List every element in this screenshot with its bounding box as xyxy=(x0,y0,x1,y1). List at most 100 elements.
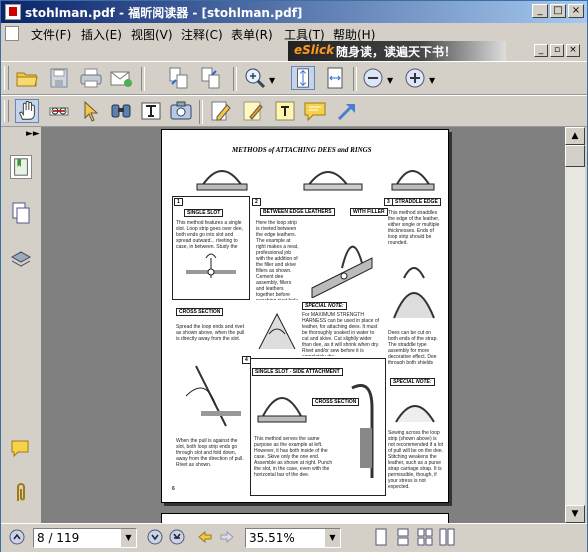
banner-brand: eSlick xyxy=(294,43,335,57)
typewriter-icon[interactable] xyxy=(139,99,163,123)
section-2-diagram xyxy=(311,245,373,298)
scroll-thumb[interactable] xyxy=(565,145,585,167)
main-toolbar: ▼ ▼ ▼ xyxy=(1,61,587,95)
snapshot-icon[interactable] xyxy=(169,99,193,123)
single-page-view-icon[interactable] xyxy=(373,528,389,546)
page-number-field[interactable]: 8 / 119 ▼ xyxy=(33,528,137,548)
section-3-label: STRADDLE EDGE xyxy=(392,198,441,206)
document-icon[interactable] xyxy=(5,26,19,41)
menu-comment[interactable]: 注释(C) xyxy=(181,26,223,43)
section-4-number: 4 xyxy=(242,356,251,364)
toolbar-grip[interactable] xyxy=(4,100,9,122)
next-page-icon[interactable] xyxy=(147,529,163,545)
toolbar-separator xyxy=(233,67,237,91)
select-arrow-icon[interactable] xyxy=(79,99,103,123)
email-icon[interactable] xyxy=(109,66,133,90)
section-4-diagram-2 xyxy=(351,384,374,478)
cross-section-label: CROSS SECTION xyxy=(176,308,224,316)
dee-illustration-3 xyxy=(391,170,435,191)
doc-close-button[interactable]: × xyxy=(566,44,580,57)
arrow-tool-icon[interactable] xyxy=(335,99,359,123)
special-note-text: For MAXIMUM STRENGTH HARNESS can be used… xyxy=(302,312,380,356)
page-layout2-icon[interactable] xyxy=(199,66,223,90)
document-viewer[interactable]: METHODS of ATTACHING DEES and RINGS 1 SI… xyxy=(41,127,565,527)
title-bar[interactable]: stohlman.pdf - 福昕阅读器 - [stohlman.pdf] _ … xyxy=(1,1,587,23)
save-icon[interactable] xyxy=(47,66,71,90)
page-dropdown-icon[interactable]: ▼ xyxy=(120,529,136,547)
bookmarks-panel-icon[interactable] xyxy=(10,155,32,179)
eslick-ad-banner[interactable]: eSlick 随身读，读遍天下书！ xyxy=(288,41,506,61)
print-icon[interactable] xyxy=(79,66,103,90)
section-3-text-2: Dees can be cut on both ends of the stra… xyxy=(388,330,438,364)
zoom-icon[interactable] xyxy=(243,66,267,90)
zoom-in-dropdown-icon[interactable]: ▼ xyxy=(429,76,435,85)
fit-page-icon[interactable] xyxy=(291,66,315,90)
doc-minimize-button[interactable]: _ xyxy=(534,44,548,57)
continuous-facing-view-icon[interactable] xyxy=(439,528,455,546)
app-window: stohlman.pdf - 福昕阅读器 - [stohlman.pdf] _ … xyxy=(0,0,588,552)
close-button[interactable]: × xyxy=(568,4,584,18)
section-2-text: Here the loop strip is riveted between t… xyxy=(256,220,299,300)
minimize-button[interactable]: _ xyxy=(532,4,548,18)
expand-sidebar-icon[interactable]: ►► xyxy=(26,129,40,139)
annotation-toolbar xyxy=(1,95,587,127)
zoom-level-field[interactable]: 35.51% ▼ xyxy=(245,528,341,548)
dee-illustration-1 xyxy=(196,170,248,191)
zoom-dropdown-arrow-icon[interactable]: ▼ xyxy=(269,76,275,85)
zoom-in-icon[interactable] xyxy=(403,66,427,90)
toolbar-separator xyxy=(353,67,357,91)
forward-arrow-icon[interactable] xyxy=(219,529,235,545)
doc-restore-button[interactable]: ▫ xyxy=(550,44,564,57)
special-note-2-text: Sewing across the loop strip (shown abov… xyxy=(388,430,444,490)
comment-icon[interactable] xyxy=(303,99,327,123)
section-1-number: 1 xyxy=(174,198,183,206)
hand-tool-icon[interactable] xyxy=(15,99,39,123)
page-layout-icon[interactable] xyxy=(167,66,191,90)
zoom-dropdown-icon[interactable]: ▼ xyxy=(324,529,340,547)
vertical-scrollbar[interactable]: ▲ ▼ xyxy=(565,127,585,523)
scroll-up-button[interactable]: ▲ xyxy=(565,127,585,145)
menu-insert[interactable]: 插入(E) xyxy=(81,26,122,43)
layers-panel-icon[interactable] xyxy=(10,247,32,271)
find-icon[interactable] xyxy=(109,99,133,123)
menu-bar: 文件(F) 插入(E) 视图(V) 注释(C) 表单(R) 工具(T) 帮助(H… xyxy=(1,23,587,43)
comments-panel-icon[interactable] xyxy=(10,437,32,461)
special-note-2-diagram xyxy=(395,405,435,423)
open-icon[interactable] xyxy=(15,66,39,90)
menu-file[interactable]: 文件(F) xyxy=(31,26,71,43)
toolbar-grip[interactable] xyxy=(4,66,9,90)
menu-view[interactable]: 视图(V) xyxy=(131,26,173,43)
facing-view-icon[interactable] xyxy=(417,528,433,546)
note-icon[interactable] xyxy=(241,99,265,123)
window-title: stohlman.pdf - 福昕阅读器 - [stohlman.pdf] xyxy=(25,6,303,20)
section-1-diagram xyxy=(186,253,236,278)
section-1-text-3: When the pull is against the slot, both … xyxy=(176,438,244,468)
section-3-text: This method straddles the edge of the le… xyxy=(388,210,440,246)
zoom-out-dropdown-icon[interactable]: ▼ xyxy=(387,76,393,85)
last-page-icon[interactable] xyxy=(169,529,185,545)
attachments-panel-icon[interactable] xyxy=(10,481,32,505)
maximize-button[interactable]: □ xyxy=(550,4,566,18)
pdf-page[interactable]: METHODS of ATTACHING DEES and RINGS 1 SI… xyxy=(161,129,449,503)
text-select-icon[interactable] xyxy=(47,99,71,123)
fit-width-icon[interactable] xyxy=(323,66,347,90)
harness-diagram xyxy=(258,312,296,350)
pages-panel-icon[interactable] xyxy=(10,201,32,225)
with-filler-label: WITH FILLER xyxy=(350,208,388,216)
dee-illustration-2 xyxy=(303,171,363,191)
continuous-view-icon[interactable] xyxy=(395,528,411,546)
section-1-text: This method features a single slot. Loop… xyxy=(176,220,243,250)
highlight-icon[interactable] xyxy=(209,99,233,123)
section-1-text-2: Spread the loop ends and rivet as shown … xyxy=(176,324,245,342)
menu-form[interactable]: 表单(R) xyxy=(231,26,273,43)
pdf-app-icon[interactable] xyxy=(5,4,21,20)
first-page-icon[interactable] xyxy=(9,529,25,545)
scroll-down-button[interactable]: ▼ xyxy=(565,505,585,523)
status-bar: 8 / 119 ▼ 35.51% ▼ xyxy=(1,523,587,552)
special-note-2-label: SPECIAL NOTE: xyxy=(390,378,435,386)
back-arrow-icon[interactable] xyxy=(197,529,213,545)
page-number-value: 8 / 119 xyxy=(37,531,80,545)
textbox-icon[interactable] xyxy=(273,99,297,123)
zoom-out-icon[interactable] xyxy=(361,66,385,90)
zoom-level-value: 35.51% xyxy=(249,531,295,545)
